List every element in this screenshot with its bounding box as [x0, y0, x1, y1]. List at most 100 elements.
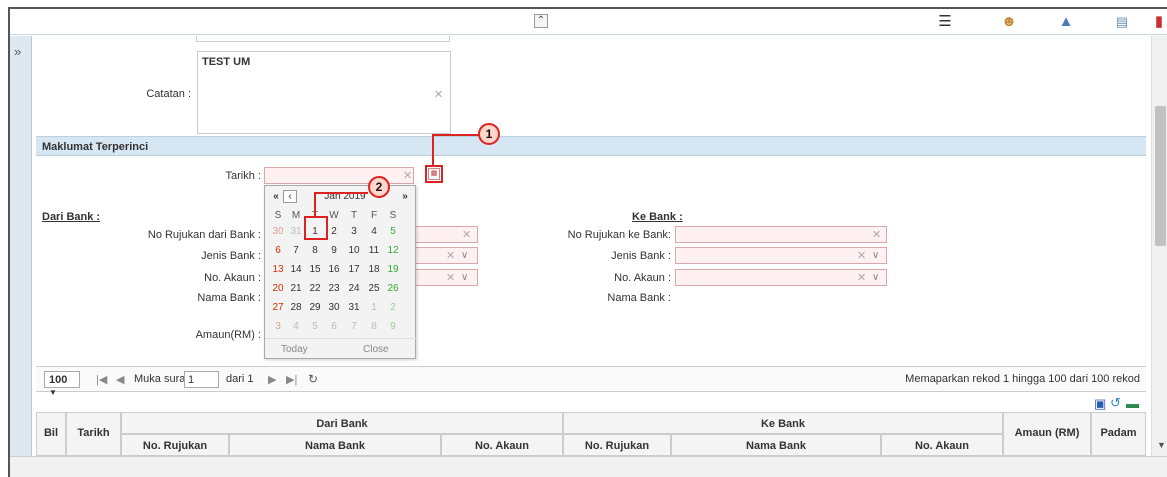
next-page-icon[interactable]: ▶ — [268, 373, 276, 386]
calendar-day[interactable]: 9 — [386, 321, 400, 332]
no-rujukan-dari-input[interactable]: ✕ — [416, 226, 478, 243]
calendar-day[interactable]: 31 — [289, 226, 303, 237]
scroll-down-icon[interactable]: ▼ — [1157, 440, 1166, 450]
hamburger-icon[interactable]: ☰ — [936, 13, 954, 31]
calendar-day[interactable]: 10 — [347, 245, 361, 256]
page-number-input[interactable]: 1 — [184, 371, 219, 388]
calendar-day[interactable]: 3 — [271, 321, 285, 332]
double-chevron-up-icon[interactable]: ⌃ — [534, 14, 548, 28]
chevron-down-icon[interactable]: ∨ — [872, 250, 879, 261]
calendar-day[interactable]: 19 — [386, 264, 400, 275]
catatan-textarea[interactable]: TEST UM ✕ — [197, 51, 451, 134]
calendar-day[interactable]: 27 — [271, 302, 285, 313]
prev-month-button[interactable]: ‹ — [283, 190, 297, 203]
calendar-day[interactable]: 29 — [308, 302, 322, 313]
first-page-icon[interactable]: |◀ — [96, 373, 107, 386]
calendar-day[interactable]: 11 — [367, 245, 381, 256]
col-bil[interactable]: Bil — [36, 412, 66, 456]
expand-sidebar-icon[interactable]: » — [14, 44, 21, 59]
no-rujukan-ke-input[interactable]: ✕ — [675, 226, 887, 243]
calendar-day[interactable]: 14 — [289, 264, 303, 275]
col-tarikh[interactable]: Tarikh — [66, 412, 121, 456]
exit-icon[interactable]: ▮ — [1150, 13, 1167, 31]
col-ke-no-rujukan[interactable]: No. Rujukan — [563, 434, 671, 456]
calendar-day[interactable]: 9 — [327, 245, 341, 256]
col-ke-no-akaun[interactable]: No. Akaun — [881, 434, 1003, 456]
col-dari-nama-bank[interactable]: Nama Bank — [229, 434, 441, 456]
calendar-day[interactable]: 5 — [386, 226, 400, 237]
col-padam[interactable]: Padam — [1091, 412, 1146, 456]
calendar-day[interactable]: 25 — [367, 283, 381, 294]
calendar-day[interactable]: 26 — [386, 283, 400, 294]
prev-page-icon[interactable]: ◀ — [116, 373, 124, 386]
calendar-day[interactable]: 5 — [308, 321, 322, 332]
list-icon[interactable]: ▤ — [1113, 13, 1131, 31]
calendar-day[interactable]: 13 — [271, 264, 285, 275]
next-year-button[interactable]: » — [398, 191, 412, 202]
calendar-week: 13 14 15 16 17 18 19 — [265, 262, 417, 278]
calendar-day[interactable]: 30 — [327, 302, 341, 313]
refresh-icon[interactable]: ↻ — [308, 372, 318, 386]
calendar-day[interactable]: 22 — [308, 283, 322, 294]
calendar-day[interactable]: 4 — [367, 226, 381, 237]
calendar-day[interactable]: 17 — [347, 264, 361, 275]
calendar-day[interactable]: 6 — [327, 321, 341, 332]
calendar-day[interactable]: 2 — [386, 302, 400, 313]
prev-year-button[interactable]: « — [269, 191, 283, 202]
calendar-day[interactable]: 3 — [347, 226, 361, 237]
calendar-day[interactable]: 24 — [347, 283, 361, 294]
page-size-select[interactable]: 100 ▼ — [44, 371, 80, 397]
calendar-day[interactable]: 18 — [367, 264, 381, 275]
col-dari-no-rujukan[interactable]: No. Rujukan — [121, 434, 229, 456]
clear-icon[interactable]: ✕ — [857, 271, 866, 284]
no-akaun-select[interactable]: ✕ ∨ — [416, 269, 478, 286]
clear-icon[interactable]: ✕ — [446, 271, 455, 284]
user-icon[interactable]: ☻ — [1000, 13, 1018, 31]
ke-jenis-bank-select[interactable]: ✕ ∨ — [675, 247, 887, 264]
calendar-day[interactable]: 8 — [308, 245, 322, 256]
refresh-icon[interactable]: ↺ — [1110, 395, 1121, 411]
clear-icon[interactable]: ✕ — [434, 88, 443, 101]
scrollbar-thumb[interactable] — [1155, 106, 1166, 246]
clear-icon[interactable]: ✕ — [446, 249, 455, 262]
calendar-day[interactable]: 1 — [367, 302, 381, 313]
jenis-bank-select[interactable]: ✕ ∨ — [416, 247, 478, 264]
clear-icon[interactable]: ✕ — [462, 228, 471, 241]
chevron-down-icon[interactable]: ∨ — [461, 250, 468, 261]
calendar-day[interactable]: 31 — [347, 302, 361, 313]
calendar-day[interactable]: 21 — [289, 283, 303, 294]
clear-icon[interactable]: ✕ — [872, 228, 881, 241]
col-dari-no-akaun[interactable]: No. Akaun — [441, 434, 563, 456]
calendar-day[interactable]: 8 — [367, 321, 381, 332]
save-icon[interactable]: ▣ — [1094, 396, 1106, 412]
clear-icon[interactable]: ✕ — [403, 169, 412, 182]
col-ke-nama-bank[interactable]: Nama Bank — [671, 434, 881, 456]
col-amaun[interactable]: Amaun (RM) — [1003, 412, 1091, 456]
calendar-day[interactable]: 7 — [289, 245, 303, 256]
close-button[interactable]: Close — [363, 344, 389, 355]
chevron-down-icon[interactable]: ∨ — [461, 272, 468, 283]
ke-no-akaun-select[interactable]: ✕ ∨ — [675, 269, 887, 286]
calendar-day[interactable]: 20 — [271, 283, 285, 294]
of-pages-label: dari 1 — [226, 373, 254, 385]
weekday-label: M — [291, 210, 301, 221]
calendar-day[interactable]: 23 — [327, 283, 341, 294]
today-button[interactable]: Today — [281, 344, 308, 355]
ke-jenis-bank-label: Jenis Bank : — [611, 250, 671, 262]
calendar-day[interactable]: 28 — [289, 302, 303, 313]
last-page-icon[interactable]: ▶| — [286, 373, 297, 386]
calendar-day[interactable]: 7 — [347, 321, 361, 332]
calendar-day[interactable]: 4 — [289, 321, 303, 332]
calendar-day[interactable]: 6 — [271, 245, 285, 256]
calendar-day[interactable]: 12 — [386, 245, 400, 256]
tarikh-input[interactable]: ✕ — [264, 167, 414, 184]
export-icon[interactable]: ▬ — [1126, 396, 1139, 411]
clear-icon[interactable]: ✕ — [857, 249, 866, 262]
calendar-day[interactable]: 30 — [271, 226, 285, 237]
calendar-day[interactable]: 15 — [308, 264, 322, 275]
vertical-scrollbar[interactable]: ▼ — [1151, 36, 1167, 456]
lock-icon[interactable]: ▲ — [1057, 13, 1075, 31]
calendar-day[interactable]: 2 — [327, 226, 341, 237]
chevron-down-icon[interactable]: ∨ — [872, 272, 879, 283]
calendar-day[interactable]: 16 — [327, 264, 341, 275]
